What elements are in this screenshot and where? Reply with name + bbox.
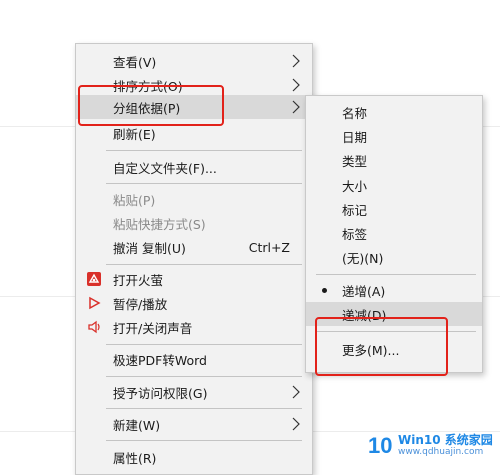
submenu-item-descending[interactable]: 递减(D) (306, 302, 482, 326)
menu-separator (106, 183, 302, 184)
submenu-item-size[interactable]: 大小 (306, 173, 482, 197)
menu-item-view[interactable]: 查看(V) (76, 49, 312, 73)
submenu-item-label: 标签 (342, 226, 368, 242)
chevron-right-icon (292, 385, 300, 399)
submenu-item-label: 更多(M)... (342, 342, 400, 358)
chevron-right-icon (292, 54, 300, 68)
submenu-item-tag[interactable]: 标记 (306, 197, 482, 221)
menu-item-label: 自定义文件夹(F)... (113, 160, 217, 176)
huoying-app-icon (87, 272, 101, 286)
speaker-icon (88, 320, 100, 334)
menu-item-label: 刷新(E) (113, 126, 156, 142)
menu-item-new[interactable]: 新建(W) (76, 412, 312, 436)
menu-separator (106, 376, 302, 377)
menu-item-pause-play[interactable]: 暂停/播放 (76, 291, 312, 315)
menu-separator (316, 274, 476, 275)
submenu-item-label: 日期 (342, 129, 368, 145)
menu-item-pdf-to-word[interactable]: 极速PDF转Word (76, 347, 312, 371)
menu-item-label: 排序方式(O) (113, 78, 183, 94)
menu-item-label: 授予访问权限(G) (113, 385, 208, 401)
play-icon (89, 296, 101, 310)
menu-item-properties[interactable]: 属性(R) (76, 445, 312, 469)
submenu-item-label-tag[interactable]: 标签 (306, 221, 482, 245)
menu-separator (316, 331, 476, 332)
menu-item-label: 查看(V) (113, 54, 157, 70)
menu-item-undo-copy[interactable]: 撤消 复制(U) Ctrl+Z (76, 235, 312, 259)
menu-item-label: 撤消 复制(U) (113, 240, 186, 256)
menu-separator (106, 344, 302, 345)
menu-item-shortcut: Ctrl+Z (248, 239, 290, 255)
watermark-logo: 10 (368, 433, 393, 458)
menu-separator (106, 440, 302, 441)
menu-item-label: 新建(W) (113, 417, 161, 433)
menu-item-group-by[interactable]: 分组依据(P) (76, 95, 312, 119)
menu-item-refresh[interactable]: 刷新(E) (76, 121, 312, 145)
menu-item-label: 打开火萤 (113, 272, 164, 288)
menu-item-label: 属性(R) (113, 450, 157, 466)
menu-item-sort-by[interactable]: 排序方式(O) (76, 73, 312, 97)
menu-item-label: 极速PDF转Word (113, 352, 207, 368)
chevron-right-icon (292, 78, 300, 92)
submenu-item-name[interactable]: 名称 (306, 100, 482, 124)
menu-item-label: 粘贴(P) (113, 192, 156, 208)
menu-item-label: 分组依据(P) (113, 100, 181, 116)
submenu-item-ascending[interactable]: 递增(A) (306, 278, 482, 302)
chevron-right-icon (292, 417, 300, 431)
context-menu: 查看(V) 排序方式(O) 分组依据(P) 刷新(E) 自定义文件夹(F)...… (75, 43, 313, 475)
menu-item-label: 粘贴快捷方式(S) (113, 216, 206, 232)
submenu-item-label: 递减(D) (342, 307, 387, 323)
submenu-item-label: 大小 (342, 178, 368, 194)
submenu-item-none[interactable]: (无)(N) (306, 245, 482, 269)
menu-item-paste[interactable]: 粘贴(P) (76, 187, 312, 211)
watermark-title: Win10 系统家园 (398, 433, 493, 448)
watermark-url: www.qdhuajin.com (398, 446, 484, 457)
menu-item-toggle-sound[interactable]: 打开/关闭声音 (76, 315, 312, 339)
group-by-submenu: 名称 日期 类型 大小 标记 标签 (无)(N) 递增(A) 递减(D) 更多(… (305, 95, 483, 373)
submenu-item-type[interactable]: 类型 (306, 148, 482, 172)
selected-bullet-icon (322, 288, 327, 293)
menu-separator (106, 264, 302, 265)
chevron-right-icon (292, 100, 300, 114)
submenu-item-date[interactable]: 日期 (306, 124, 482, 148)
submenu-item-label: (无)(N) (342, 250, 384, 266)
menu-item-paste-shortcut[interactable]: 粘贴快捷方式(S) (76, 211, 312, 235)
submenu-item-label: 标记 (342, 202, 368, 218)
menu-item-label: 暂停/播放 (113, 296, 168, 312)
menu-item-open-huoying[interactable]: 打开火萤 (76, 267, 312, 291)
menu-item-customize-folder[interactable]: 自定义文件夹(F)... (76, 155, 312, 179)
submenu-item-label: 类型 (342, 153, 368, 169)
submenu-item-label: 名称 (342, 105, 368, 121)
menu-separator (106, 150, 302, 151)
menu-separator (106, 408, 302, 409)
menu-item-grant-access[interactable]: 授予访问权限(G) (76, 380, 312, 404)
menu-item-label: 打开/关闭声音 (113, 320, 193, 336)
submenu-item-label: 递增(A) (342, 283, 386, 299)
watermark: 10 Win10 系统家园 www.qdhuajin.com (368, 431, 498, 461)
submenu-item-more[interactable]: 更多(M)... (306, 337, 482, 361)
